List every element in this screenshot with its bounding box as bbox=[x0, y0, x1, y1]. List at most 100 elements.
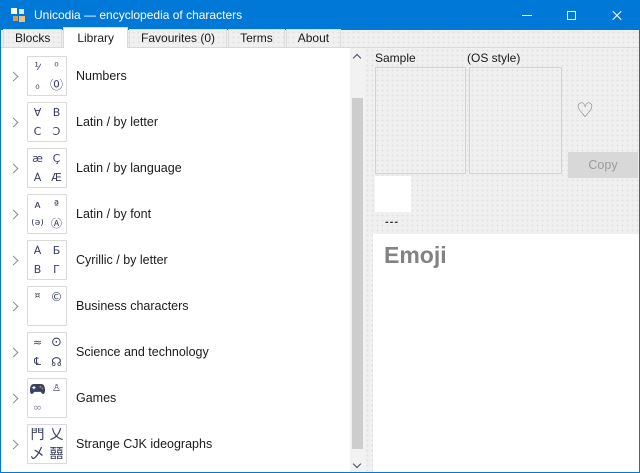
list-item-business-characters[interactable]: ¤ © Business characters bbox=[1, 283, 350, 329]
category-heading: Emoji bbox=[384, 242, 639, 269]
tab-bar: Blocks Library Favourites (0) Terms Abou… bbox=[1, 30, 639, 48]
glyph: ⊙ bbox=[51, 336, 62, 349]
titlebar[interactable]: Unicodia — encyclopedia of characters bbox=[1, 0, 639, 30]
os-style-label: (OS style) bbox=[467, 51, 520, 65]
glyph: 囍 bbox=[50, 447, 64, 461]
glyph: ∀ bbox=[34, 107, 42, 118]
glyph: ☊ bbox=[51, 356, 62, 368]
scroll-up-icon[interactable] bbox=[353, 54, 361, 62]
close-button[interactable] bbox=[594, 0, 639, 30]
copy-button[interactable]: Copy bbox=[568, 152, 638, 178]
list-item-latin-by-language[interactable]: æ Ç Á Æ Latin / by language bbox=[1, 145, 350, 191]
tab-library[interactable]: Library bbox=[63, 27, 128, 48]
glyph: ⁰ bbox=[54, 61, 58, 72]
glyph: © bbox=[51, 291, 63, 303]
chevron-right-icon[interactable] bbox=[9, 347, 19, 357]
glyph: Ć bbox=[34, 126, 42, 137]
app-logo-icon bbox=[10, 7, 26, 23]
code-placeholder: --- bbox=[385, 216, 399, 228]
glyph: Ç bbox=[53, 153, 61, 164]
list-item-label: Science and technology bbox=[76, 345, 209, 359]
glyph: ℄ bbox=[34, 356, 41, 367]
list-item-latin-by-font[interactable]: ᴀ ª (ə) Ⓐ Latin / by font bbox=[1, 191, 350, 237]
tab-terms[interactable]: Terms bbox=[228, 29, 285, 47]
glyph: ♙ bbox=[52, 384, 61, 394]
app-window: Unicodia — encyclopedia of characters Bl… bbox=[0, 0, 640, 473]
list-item-latin-by-letter[interactable]: ∀ Ḃ Ć Ɔ Latin / by letter bbox=[1, 99, 350, 145]
category-icon-science: ≈ ⊙ ℄ ☊ bbox=[27, 332, 67, 372]
chevron-right-icon[interactable] bbox=[9, 301, 19, 311]
glyph: А́ bbox=[34, 245, 42, 256]
chevron-right-icon[interactable] bbox=[9, 163, 19, 173]
scrollbar-thumb[interactable] bbox=[352, 98, 363, 449]
minimize-button[interactable] bbox=[504, 0, 549, 30]
tab-about[interactable]: About bbox=[286, 29, 341, 47]
list-item-science-and-technology[interactable]: ≈ ⊙ ℄ ☊ Science and technology bbox=[1, 329, 350, 375]
list-item-label: Strange CJK ideographs bbox=[76, 437, 212, 451]
category-icon-numbers: ⅟ ⁰ ₀ ⓪ bbox=[27, 56, 67, 96]
category-icon-business: ¤ © bbox=[27, 286, 67, 326]
glyph: ⓪ bbox=[50, 79, 63, 92]
favourite-heart-icon[interactable]: ♡ bbox=[576, 100, 594, 120]
chevron-right-icon[interactable] bbox=[9, 117, 19, 127]
maximize-button[interactable] bbox=[549, 0, 594, 30]
glyph: Г bbox=[53, 264, 60, 275]
list-item-label: Numbers bbox=[76, 69, 127, 83]
list-item-games[interactable]: ♙ ∞ Games bbox=[1, 375, 350, 421]
glyph: Á bbox=[34, 172, 42, 183]
category-icon-latin-letter: ∀ Ḃ Ć Ɔ bbox=[27, 102, 67, 142]
tab-blocks[interactable]: Blocks bbox=[3, 29, 62, 47]
library-list: ⅟ ⁰ ₀ ⓪ Numbers ∀ Ḃ Ć Ɔ Latin / by lette… bbox=[1, 48, 350, 472]
chevron-right-icon[interactable] bbox=[9, 71, 19, 81]
category-icon-latin-font: ᴀ ª (ə) Ⓐ bbox=[27, 194, 67, 234]
maximize-icon bbox=[567, 11, 576, 20]
chevron-right-icon[interactable] bbox=[9, 209, 19, 219]
list-item-numbers[interactable]: ⅟ ⁰ ₀ ⓪ Numbers bbox=[1, 53, 350, 99]
glyph: ¤ bbox=[35, 292, 41, 301]
list-item-label: Latin / by letter bbox=[76, 115, 158, 129]
glyph: ₀ bbox=[35, 80, 39, 91]
glyph: 門 bbox=[31, 428, 45, 442]
category-icon-games: ♙ ∞ bbox=[27, 378, 67, 418]
tab-favourites[interactable]: Favourites (0) bbox=[129, 29, 227, 47]
sample-preview-box bbox=[375, 67, 466, 174]
list-item-label: Cyrillic / by letter bbox=[76, 253, 168, 267]
chevron-right-icon[interactable] bbox=[9, 393, 19, 403]
list-scrollbar[interactable] bbox=[350, 48, 365, 472]
list-item-cyrillic-by-letter[interactable]: А́ Б В Г Cyrillic / by letter bbox=[1, 237, 350, 283]
category-icon-cjk: 門 乂 乄 囍 bbox=[27, 424, 67, 464]
gamepad-icon bbox=[29, 383, 46, 395]
glyph: Ḃ bbox=[53, 107, 61, 118]
category-icon-latin-language: æ Ç Á Æ bbox=[27, 148, 67, 188]
glyph: Æ bbox=[51, 172, 62, 183]
list-item-label: Business characters bbox=[76, 299, 189, 313]
list-item-label: Games bbox=[76, 391, 116, 405]
minimize-icon bbox=[522, 15, 532, 16]
glyph: Б bbox=[53, 245, 61, 256]
list-item-strange-cjk-ideographs[interactable]: 門 乂 乄 囍 Strange CJK ideographs bbox=[1, 421, 350, 467]
detail-panel: Sample (OS style) ♡ Copy --- Emoji bbox=[365, 48, 639, 472]
window-controls bbox=[504, 0, 639, 30]
sample-label: Sample bbox=[375, 51, 416, 65]
glyph: ª bbox=[54, 199, 59, 210]
glyph: 乂 bbox=[50, 428, 64, 442]
glyph: ∞ bbox=[33, 402, 42, 413]
glyph: (ə) bbox=[31, 219, 44, 228]
os-style-preview-box bbox=[469, 67, 562, 174]
background-swatch bbox=[375, 176, 411, 212]
list-item-label: Latin / by language bbox=[76, 161, 182, 175]
chevron-right-icon[interactable] bbox=[9, 439, 19, 449]
glyph: æ bbox=[32, 153, 43, 164]
glyph: Ⓐ bbox=[51, 218, 62, 229]
glyph: 乄 bbox=[31, 447, 45, 461]
glyph: ᴀ bbox=[34, 199, 41, 210]
scroll-down-icon[interactable] bbox=[353, 460, 361, 468]
list-item-label: Latin / by font bbox=[76, 207, 151, 221]
window-title: Unicodia — encyclopedia of characters bbox=[34, 8, 242, 22]
glyph: ⅟ bbox=[34, 61, 40, 72]
glyph: В bbox=[34, 264, 42, 275]
chevron-right-icon[interactable] bbox=[9, 255, 19, 265]
close-icon bbox=[611, 9, 623, 21]
glyph: Ɔ bbox=[53, 126, 61, 137]
glyph: ≈ bbox=[33, 337, 42, 348]
